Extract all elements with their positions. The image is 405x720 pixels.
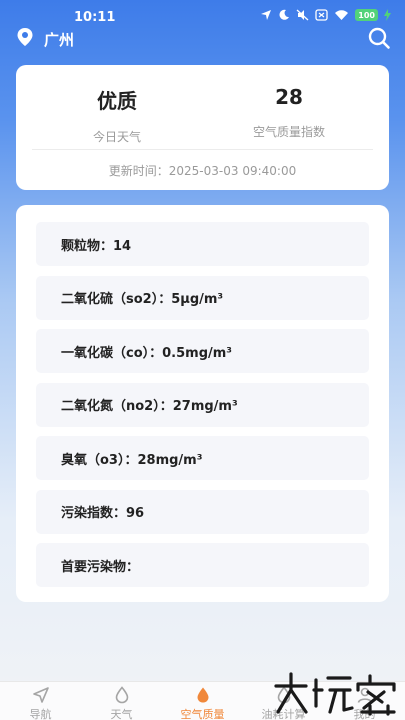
divider xyxy=(32,149,373,150)
pollutant-item-no2: 二氧化氮（no2）：27mg/m³ xyxy=(36,382,369,427)
nav-label: 导航 xyxy=(29,708,52,720)
charging-icon xyxy=(384,9,391,21)
pollutant-details-card: 颗粒物：14 二氧化硫（so2）：5μg/m³ 一氧化碳（co）：0.5mg/m… xyxy=(16,205,389,602)
update-time: 更新时间：2025-03-03 09:40:00 xyxy=(108,164,297,178)
weather-summary: 优质 今日天气 xyxy=(32,85,202,145)
aqi-summary: 28 空气质量指数 xyxy=(204,85,374,140)
pollution-index-item: 污染指数：96 xyxy=(36,489,369,534)
aqi-label: 空气质量指数 xyxy=(252,125,325,139)
weather-drop-icon xyxy=(113,686,131,704)
watermark-logo xyxy=(274,672,396,716)
status-icons: 100 xyxy=(260,9,391,21)
wifi-icon xyxy=(335,10,349,20)
weather-quality-label: 今日天气 xyxy=(92,130,141,144)
sim-icon xyxy=(315,9,328,21)
primary-pollutant-item: 首要污染物： xyxy=(36,543,369,587)
header: 广州 xyxy=(0,24,405,54)
battery-indicator: 100 xyxy=(355,9,378,21)
location-pin-icon[interactable] xyxy=(16,27,34,47)
navigation-arrow-icon xyxy=(32,686,50,704)
nav-label: 天气 xyxy=(110,708,133,720)
do-not-disturb-icon xyxy=(279,9,290,20)
mute-icon xyxy=(296,9,309,21)
nav-item-air-quality[interactable]: 空气质量 xyxy=(162,682,243,720)
aqi-value: 28 xyxy=(275,85,303,109)
status-time: 10:11 xyxy=(74,10,116,25)
air-quality-summary-card: 优质 今日天气 28 空气质量指数 更新时间：2025-03-03 09:40:… xyxy=(16,65,389,190)
pollutant-item-co: 一氧化碳（co）：0.5mg/m³ xyxy=(36,329,369,373)
city-name[interactable]: 广州 xyxy=(44,29,74,50)
pollutant-item-o3: 臭氧（o3）：28mg/m³ xyxy=(36,436,369,480)
pollutant-item-particulate: 颗粒物：14 xyxy=(36,222,369,266)
pollutant-item-so2: 二氧化硫（so2）：5μg/m³ xyxy=(36,275,369,320)
air-quality-drop-icon xyxy=(194,686,212,704)
navigation-status-icon xyxy=(261,10,272,20)
nav-item-navigation[interactable]: 导航 xyxy=(0,682,81,720)
search-icon[interactable] xyxy=(367,26,391,50)
nav-item-weather[interactable]: 天气 xyxy=(81,682,162,720)
nav-label: 空气质量 xyxy=(180,708,225,720)
weather-quality-value: 优质 xyxy=(97,89,137,113)
